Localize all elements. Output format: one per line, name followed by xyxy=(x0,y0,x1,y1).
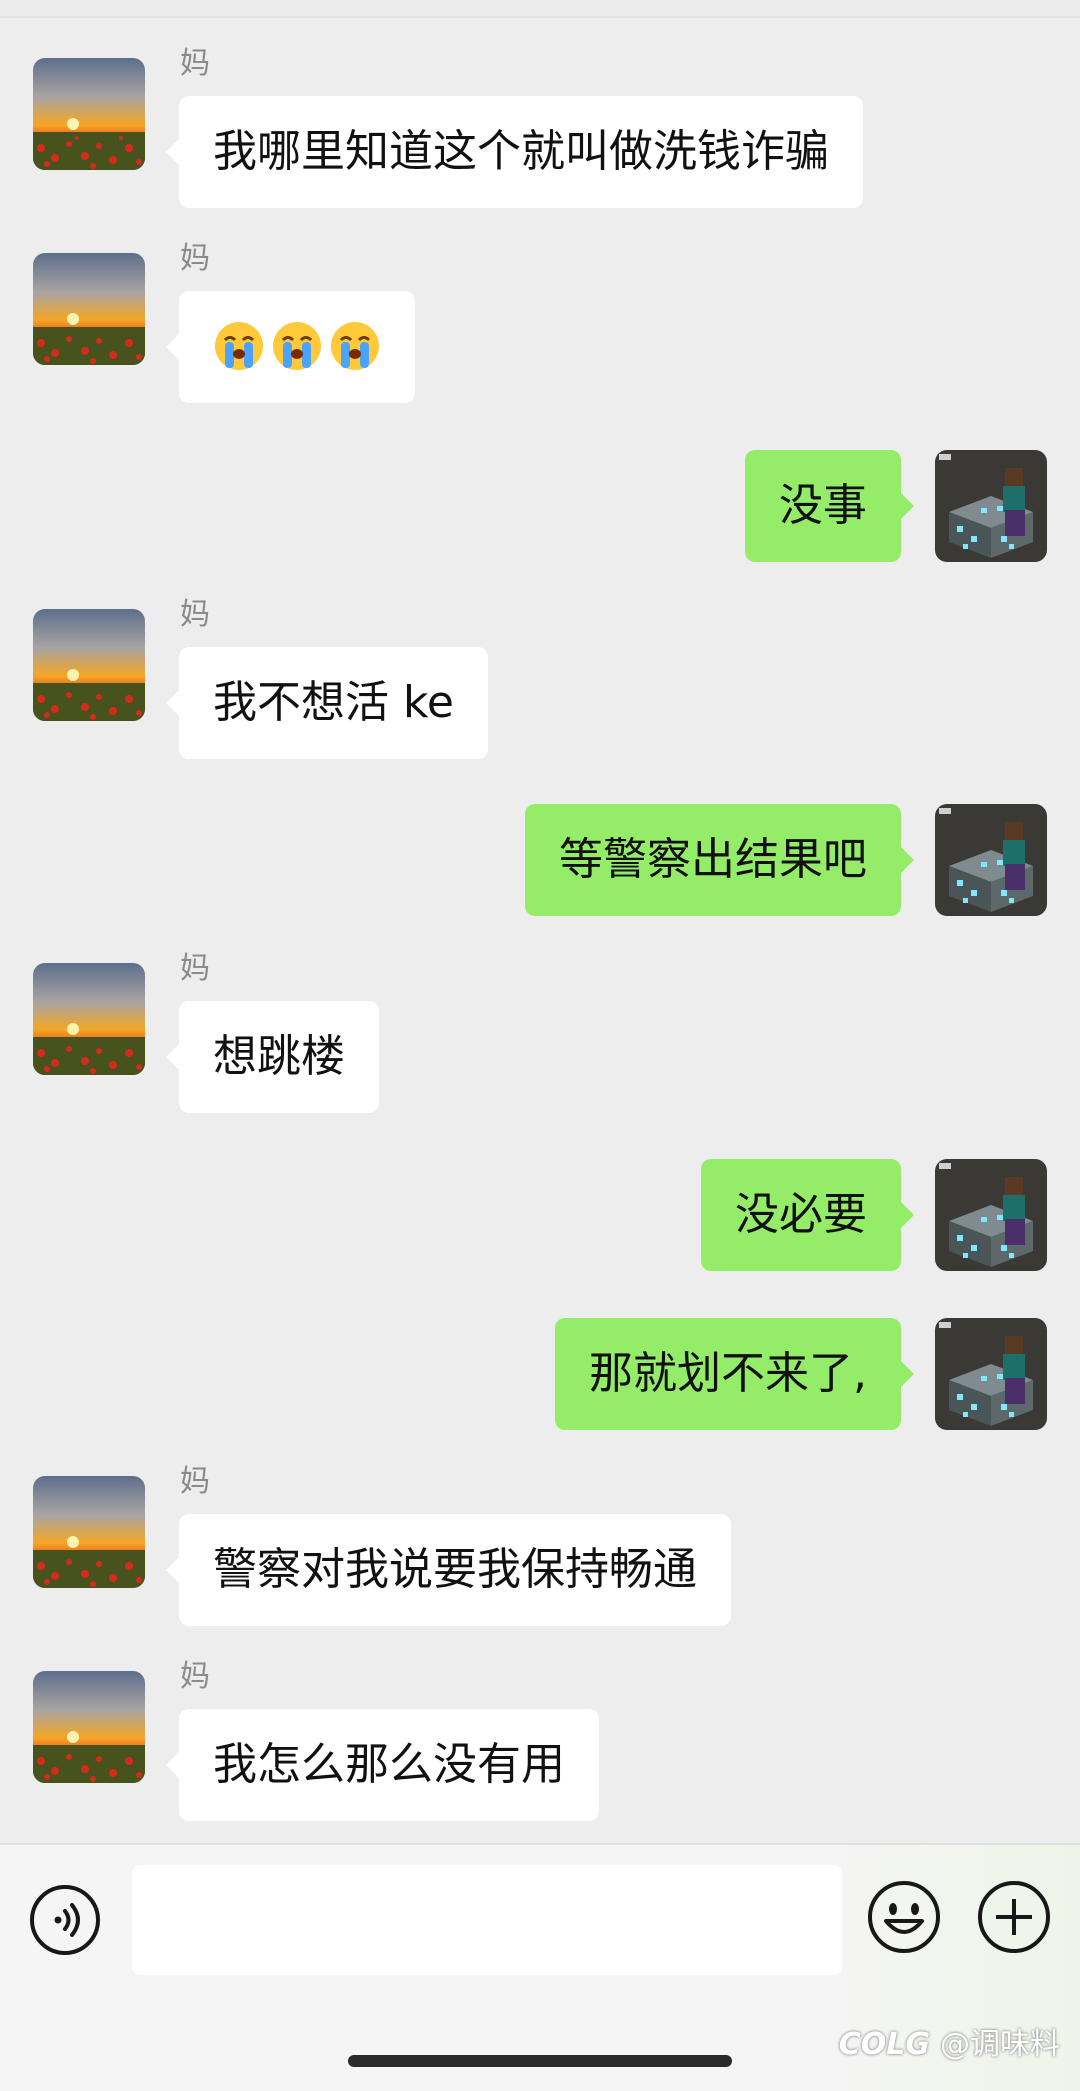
sender-name: 妈 xyxy=(180,1659,210,1694)
sender-name: 妈 xyxy=(180,597,210,632)
home-indicator[interactable] xyxy=(348,2055,732,2067)
message-bubble[interactable]: 想跳楼 xyxy=(166,1001,379,1113)
sender-name: 妈 xyxy=(180,1464,210,1499)
emoji-button[interactable] xyxy=(866,1879,942,1955)
sender-name: 妈 xyxy=(180,951,210,986)
message-bubble[interactable]: 我怎么那么没有用 xyxy=(166,1709,599,1821)
watermark-handle: @调味料 xyxy=(940,2027,1060,2062)
message-bubble[interactable] xyxy=(166,291,415,403)
message-bubble[interactable]: 那就划不来了, xyxy=(555,1318,914,1430)
message-bubble[interactable]: 警察对我说要我保持畅通 xyxy=(166,1514,731,1626)
voice-button[interactable] xyxy=(28,1883,102,1957)
smiley-icon xyxy=(868,1881,940,1953)
watermark-logo: COLG xyxy=(838,2027,930,2062)
sender-name: 妈 xyxy=(180,46,210,81)
mom-avatar[interactable] xyxy=(33,1671,145,1783)
crying-face-icon xyxy=(215,322,263,370)
crying-face-icon xyxy=(331,322,379,370)
sender-name: 妈 xyxy=(180,241,210,276)
mom-avatar[interactable] xyxy=(33,253,145,365)
message-bubble[interactable]: 等警察出结果吧 xyxy=(525,804,914,916)
my-avatar[interactable] xyxy=(935,450,1047,562)
watermark: COLG @调味料 xyxy=(839,2019,1060,2063)
mom-avatar[interactable] xyxy=(33,609,145,721)
message-bubble[interactable]: 没必要 xyxy=(701,1159,914,1271)
message-bubble[interactable]: 我哪里知道这个就叫做洗钱诈骗 xyxy=(166,96,863,208)
mom-avatar[interactable] xyxy=(33,1476,145,1588)
message-bubble[interactable]: 我不想活 ke xyxy=(166,647,488,759)
my-avatar[interactable] xyxy=(935,804,1047,916)
my-avatar[interactable] xyxy=(935,1318,1047,1430)
crying-face-icon xyxy=(273,322,321,370)
top-edge xyxy=(0,0,1080,18)
plus-icon xyxy=(978,1881,1050,1953)
more-button[interactable] xyxy=(976,1879,1052,1955)
mom-avatar[interactable] xyxy=(33,58,145,170)
message-input[interactable] xyxy=(132,1865,842,1975)
voice-icon xyxy=(30,1885,100,1955)
mom-avatar[interactable] xyxy=(33,963,145,1075)
message-bubble[interactable]: 没事 xyxy=(745,450,914,562)
my-avatar[interactable] xyxy=(935,1159,1047,1271)
